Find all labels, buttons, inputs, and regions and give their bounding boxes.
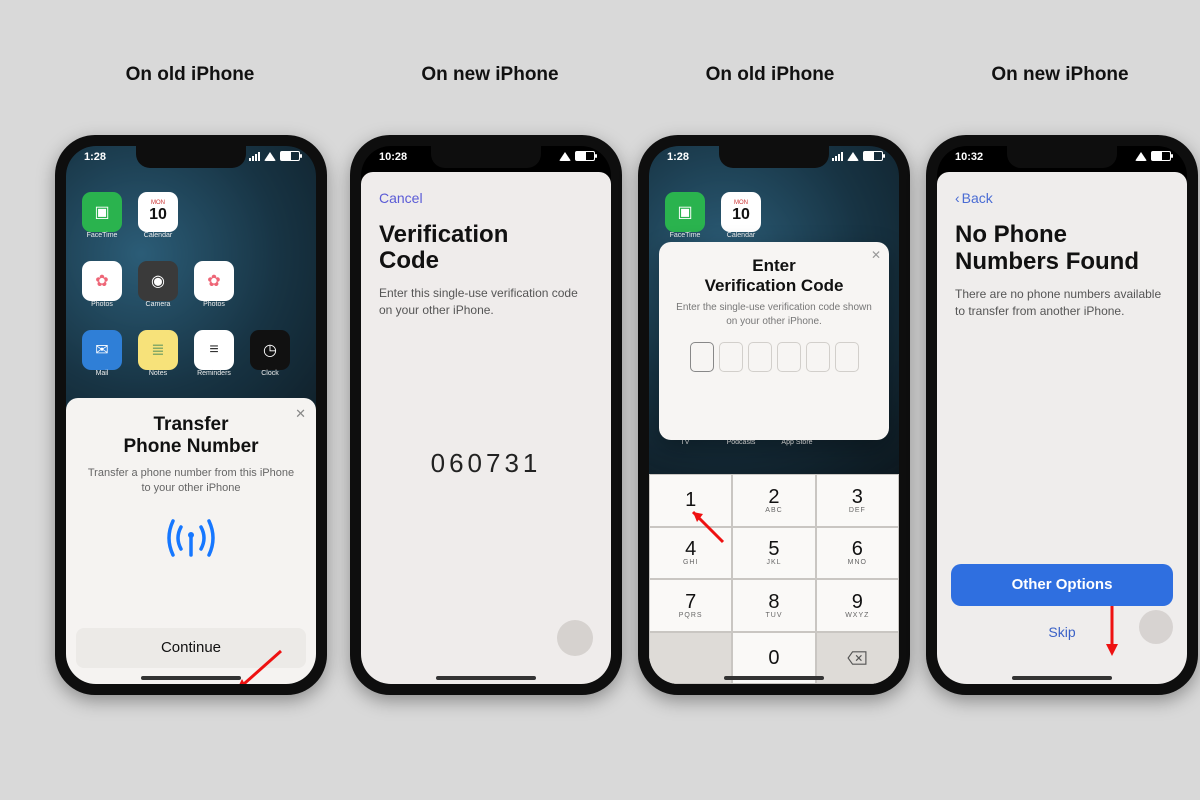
- notch: [719, 146, 829, 168]
- notch: [431, 146, 541, 168]
- keypad-key-2[interactable]: 2ABC: [732, 474, 815, 527]
- caption-3: On old iPhone: [650, 64, 890, 86]
- transfer-body: Transfer a phone number from this iPhone…: [82, 466, 300, 496]
- verification-title: VerificationCode: [379, 222, 593, 275]
- enter-code-body: Enter the single-use verification code s…: [671, 301, 877, 328]
- keypad-key-6[interactable]: 6MNO: [816, 527, 899, 580]
- app-icon[interactable]: ✉Mail: [80, 330, 124, 390]
- keypad-key-5[interactable]: 5JKL: [732, 527, 815, 580]
- enter-code-modal: ✕ EnterVerification Code Enter the singl…: [659, 242, 889, 440]
- signal-icon: [249, 151, 260, 161]
- verification-body: Enter this single-use verification code …: [379, 285, 593, 319]
- wifi-icon: [1135, 152, 1147, 161]
- phone-old-1: 1:28 ▣FaceTime MON10Calendar ✿Photos ◉Camer…: [55, 135, 327, 695]
- verification-sheet: Cancel VerificationCode Enter this singl…: [361, 172, 611, 684]
- keypad-key-8[interactable]: 8TUV: [732, 579, 815, 632]
- caption-1: On old iPhone: [70, 64, 310, 86]
- no-numbers-title: No PhoneNumbers Found: [955, 222, 1169, 276]
- battery-icon: [280, 151, 300, 161]
- status-time: 10:28: [379, 151, 407, 163]
- annotation-arrow: [221, 646, 291, 684]
- phone-old-2: 1:28 ▣FaceTimeMON10Calendar✿Photos◉Camer…: [638, 135, 910, 695]
- cancel-button[interactable]: Cancel: [379, 190, 423, 206]
- app-icon[interactable]: [248, 192, 292, 252]
- keypad-key-9[interactable]: 9WXYZ: [816, 579, 899, 632]
- wifi-icon: [264, 152, 276, 161]
- app-icon[interactable]: [192, 192, 236, 252]
- app-icon[interactable]: ≡Reminders: [192, 330, 236, 390]
- caption-4: On new iPhone: [940, 64, 1180, 86]
- close-icon[interactable]: ✕: [295, 406, 306, 422]
- home-indicator[interactable]: [436, 676, 536, 680]
- no-numbers-sheet: ‹ Back No PhoneNumbers Found There are n…: [937, 172, 1187, 684]
- app-icon[interactable]: ≣Notes: [136, 330, 180, 390]
- keypad-key-3[interactable]: 3DEF: [816, 474, 899, 527]
- no-numbers-body: There are no phone numbers available to …: [955, 286, 1169, 320]
- annotation-arrow: [683, 504, 733, 548]
- keypad-delete[interactable]: [816, 632, 899, 685]
- keypad-key-7[interactable]: 7PQRS: [649, 579, 732, 632]
- wifi-icon: [847, 152, 859, 161]
- code-input-boxes[interactable]: [671, 342, 877, 372]
- app-icon[interactable]: MON10Calendar: [136, 192, 180, 252]
- caption-2: On new iPhone: [370, 64, 610, 86]
- app-icon[interactable]: ◉Camera: [136, 261, 180, 321]
- home-indicator[interactable]: [1012, 676, 1112, 680]
- battery-icon: [863, 151, 883, 161]
- battery-icon: [1151, 151, 1171, 161]
- transfer-title: Transfer Phone Number: [82, 414, 300, 458]
- close-icon[interactable]: ✕: [871, 248, 881, 262]
- app-icon[interactable]: ✿Photos: [80, 261, 124, 321]
- transfer-sheet: ✕ Transfer Phone Number Transfer a phone…: [66, 398, 316, 684]
- app-icon[interactable]: ✿Photos: [192, 261, 236, 321]
- notch: [1007, 146, 1117, 168]
- other-options-button[interactable]: Other Options: [951, 564, 1173, 606]
- assistive-touch-icon[interactable]: [557, 620, 593, 656]
- app-icon[interactable]: [248, 261, 292, 321]
- phone-new-1: 10:28 Cancel VerificationCode Enter this…: [350, 135, 622, 695]
- status-time: 1:28: [84, 151, 106, 163]
- notch: [136, 146, 246, 168]
- battery-icon: [575, 151, 595, 161]
- app-icon[interactable]: ◷Clock: [248, 330, 292, 390]
- assistive-touch-icon[interactable]: [1139, 610, 1173, 644]
- status-time: 1:28: [667, 151, 689, 163]
- status-time: 10:32: [955, 151, 983, 163]
- antenna-icon: [161, 513, 221, 563]
- phone-new-2: 10:32 ‹ Back No PhoneNumbers Found There…: [926, 135, 1198, 695]
- enter-code-title: EnterVerification Code: [671, 256, 877, 295]
- verification-code: 060731: [361, 448, 611, 479]
- home-indicator[interactable]: [724, 676, 824, 680]
- back-button[interactable]: ‹ Back: [955, 190, 993, 206]
- app-icon[interactable]: ▣FaceTime: [80, 192, 124, 252]
- signal-icon: [832, 151, 843, 161]
- wifi-icon: [559, 152, 571, 161]
- keypad-key-: [649, 632, 732, 685]
- annotation-arrow: [1097, 602, 1127, 664]
